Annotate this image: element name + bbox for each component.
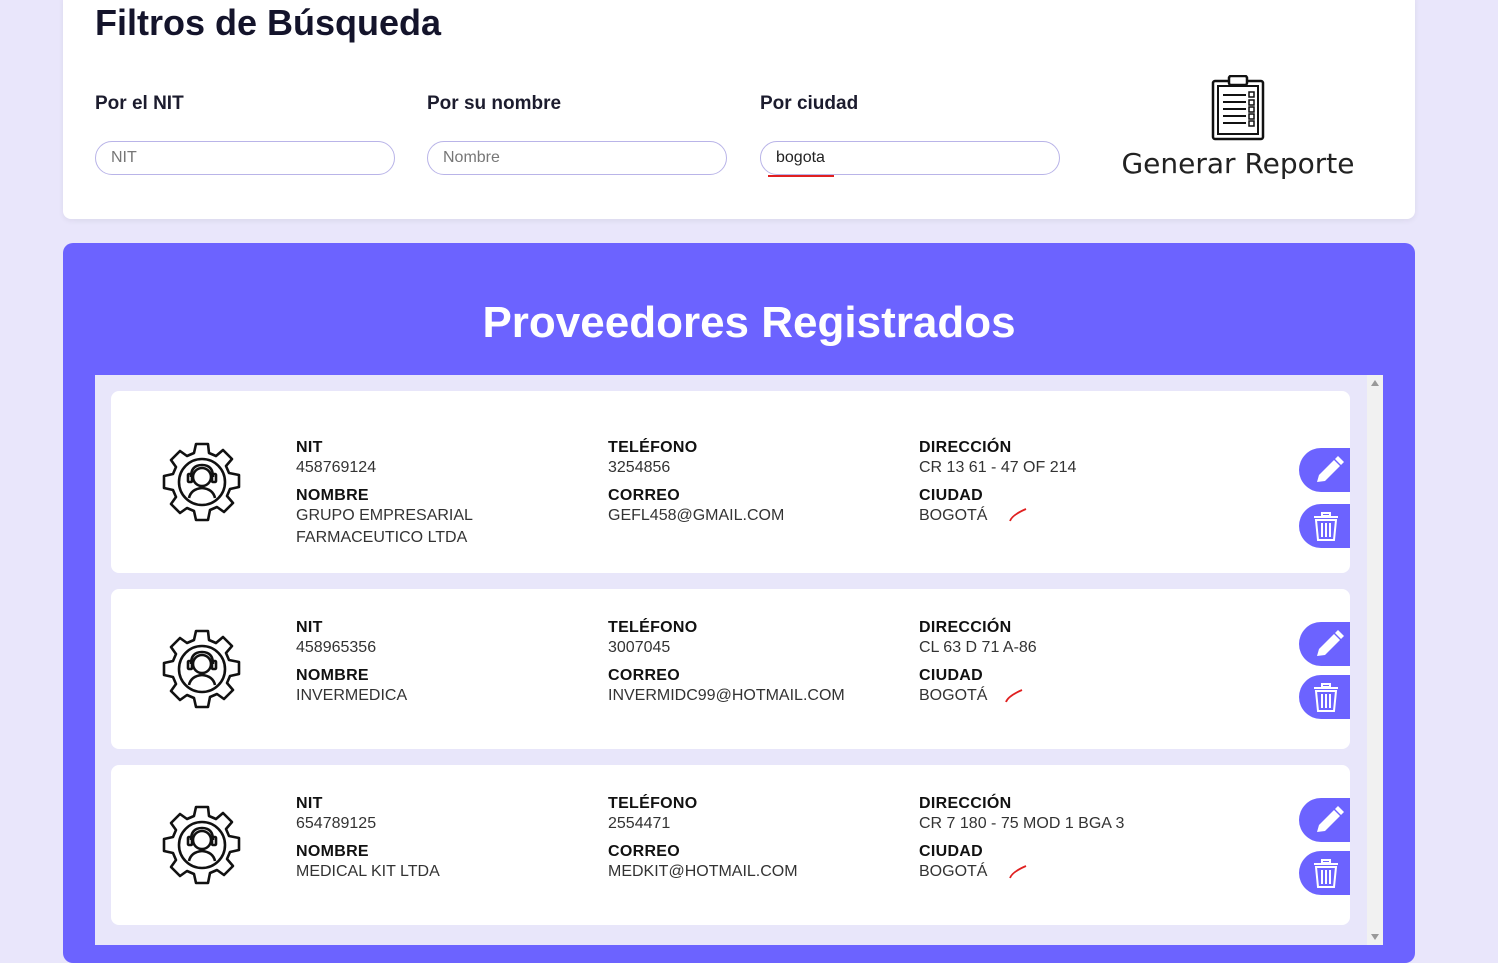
providers-list[interactable]: NIT 458769124 NOMBRE GRUPO EMPRESARIAL FARM… xyxy=(95,375,1383,945)
telefono-value: 3007045 xyxy=(608,639,671,656)
spellcheck-underline xyxy=(768,175,834,177)
delete-provider-button[interactable] xyxy=(1299,851,1350,895)
nombre-label: NOMBRE xyxy=(296,667,369,684)
direccion-value: CR 13 61 - 47 OF 214 xyxy=(919,459,1077,476)
gear-user-icon xyxy=(161,628,243,710)
nombre-value: MEDICAL KIT LTDA xyxy=(296,863,440,880)
nombre-label: NOMBRE xyxy=(296,487,369,504)
edit-provider-button[interactable] xyxy=(1299,622,1350,666)
telefono-label: TELÉFONO xyxy=(608,619,698,636)
scrollbar[interactable] xyxy=(1367,375,1383,945)
nombre-label: NOMBRE xyxy=(296,843,369,860)
nit-value: 458769124 xyxy=(296,459,377,476)
direccion-label: DIRECCIÓN xyxy=(919,439,1012,456)
annotation-tick-icon xyxy=(1005,689,1023,703)
scroll-up-arrow-icon[interactable] xyxy=(1371,380,1379,386)
telefono-label: TELÉFONO xyxy=(608,795,698,812)
provider-card: NIT 458965356 NOMBRE INVERMEDICA TELÉFONO 300… xyxy=(111,589,1350,749)
ciudad-value: BOGOTÁ xyxy=(919,863,988,880)
trash-icon xyxy=(1314,859,1338,888)
ciudad-label: CIUDAD xyxy=(919,667,984,684)
nit-label: NIT xyxy=(296,619,323,636)
telefono-label: TELÉFONO xyxy=(608,439,698,456)
name-filter-label: Por su nombre xyxy=(427,93,562,114)
pencil-icon xyxy=(1317,806,1344,832)
gear-user-icon xyxy=(161,804,243,886)
generate-report-button[interactable]: Generar Reporte xyxy=(1120,75,1356,185)
providers-title: Proveedores Registrados xyxy=(482,298,1016,347)
correo-label: CORREO xyxy=(608,667,681,684)
generate-report-label: Generar Reporte xyxy=(1121,147,1355,180)
nit-filter-label: Por el NIT xyxy=(95,93,184,114)
nit-label: NIT xyxy=(296,795,323,812)
ciudad-label: CIUDAD xyxy=(919,487,984,504)
trash-icon xyxy=(1314,683,1338,712)
filters-title: Filtros de Búsqueda xyxy=(95,2,442,43)
annotation-tick-icon xyxy=(1009,508,1027,522)
ciudad-value: BOGOTÁ xyxy=(919,507,988,524)
ciudad-value: BOGOTÁ xyxy=(919,687,988,704)
correo-value: INVERMIDC99@HOTMAIL.COM xyxy=(608,687,845,704)
delete-provider-button[interactable] xyxy=(1299,504,1350,548)
name-filter-input[interactable] xyxy=(427,141,727,175)
provider-card: NIT 654789125 NOMBRE MEDICAL KIT LTDA TELÉFO… xyxy=(111,765,1350,925)
annotation-tick-icon xyxy=(1009,865,1027,879)
trash-icon xyxy=(1314,512,1338,541)
gear-user-icon xyxy=(161,441,243,523)
city-filter-label: Por ciudad xyxy=(760,93,859,114)
city-filter-input[interactable] xyxy=(760,141,1060,175)
direccion-label: DIRECCIÓN xyxy=(919,795,1012,812)
provider-card: NIT 458769124 NOMBRE GRUPO EMPRESARIAL FARM… xyxy=(111,391,1350,573)
scroll-down-arrow-icon[interactable] xyxy=(1371,934,1379,940)
direccion-value: CL 63 D 71 A-86 xyxy=(919,639,1037,656)
correo-value: GEFL458@GMAIL.COM xyxy=(608,507,785,524)
telefono-value: 3254856 xyxy=(608,459,671,476)
direccion-value: CR 7 180 - 75 MOD 1 BGA 3 xyxy=(919,815,1125,832)
telefono-value: 2554471 xyxy=(608,815,671,832)
correo-label: CORREO xyxy=(608,843,681,860)
direccion-label: DIRECCIÓN xyxy=(919,619,1012,636)
correo-label: CORREO xyxy=(608,487,681,504)
nit-label: NIT xyxy=(296,439,323,456)
nombre-value: GRUPO EMPRESARIAL FARMACEUTICO LTDA xyxy=(296,507,473,546)
nit-filter-input[interactable] xyxy=(95,141,395,175)
correo-value: MEDKIT@HOTMAIL.COM xyxy=(608,863,798,880)
edit-provider-button[interactable] xyxy=(1299,448,1350,492)
ciudad-label: CIUDAD xyxy=(919,843,984,860)
nombre-value: INVERMEDICA xyxy=(296,687,408,704)
nit-value: 458965356 xyxy=(296,639,377,656)
pencil-icon xyxy=(1317,456,1344,482)
pencil-icon xyxy=(1317,630,1344,656)
nit-value: 654789125 xyxy=(296,815,377,832)
clipboard-report-icon xyxy=(1211,75,1265,141)
edit-provider-button[interactable] xyxy=(1299,798,1350,842)
delete-provider-button[interactable] xyxy=(1299,675,1350,719)
